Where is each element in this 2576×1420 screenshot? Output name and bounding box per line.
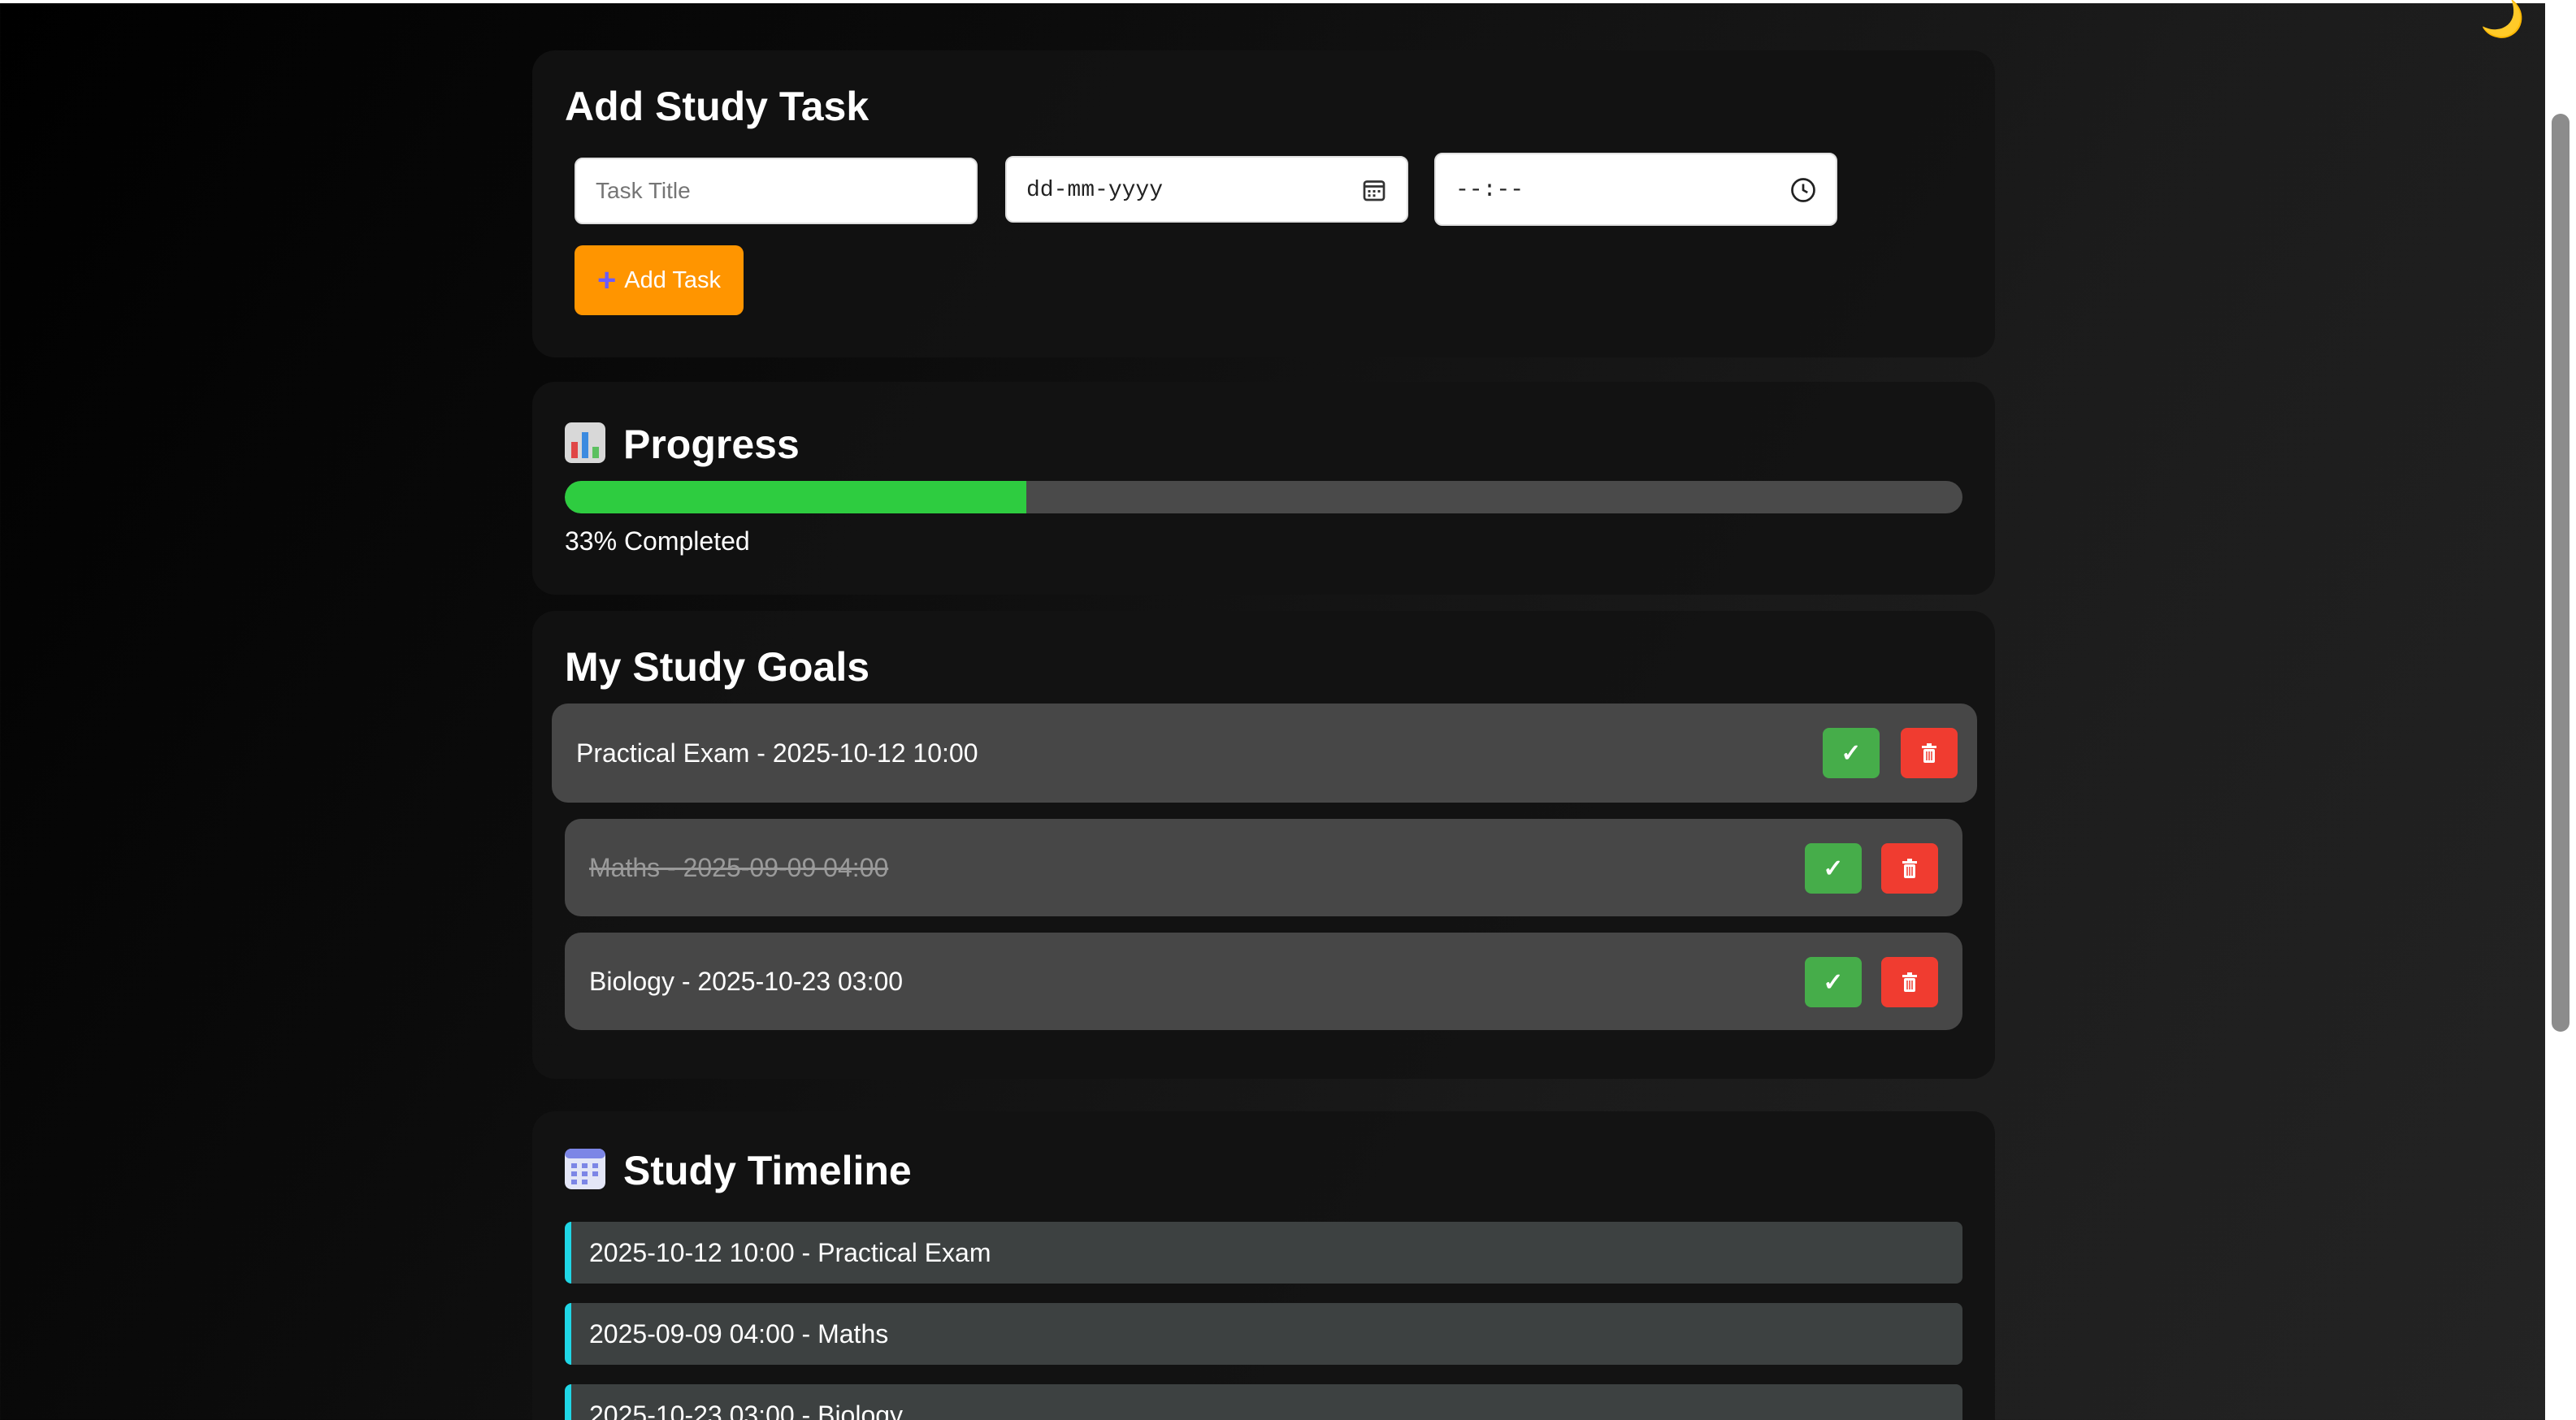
timeline-title: Study Timeline bbox=[623, 1148, 912, 1193]
progress-bar bbox=[565, 481, 1962, 513]
goal-text: Biology - 2025-10-23 03:00 bbox=[589, 966, 904, 996]
plus-icon: + bbox=[596, 262, 617, 298]
add-task-heading: Add Study Task bbox=[565, 84, 870, 129]
timeline-item: 2025-09-09 04:00 - Maths bbox=[565, 1303, 1962, 1365]
trash-icon bbox=[1922, 743, 1936, 763]
scrollbar[interactable] bbox=[2545, 0, 2576, 1420]
trash-icon bbox=[1902, 972, 1917, 992]
scrollbar-thumb[interactable] bbox=[2552, 114, 2569, 1032]
complete-button[interactable]: ✓ bbox=[1805, 957, 1862, 1007]
top-edge-line bbox=[0, 0, 2545, 3]
goal-item[interactable]: Biology - 2025-10-23 03:00 ✓ bbox=[565, 933, 1962, 1030]
goals-card: My Study Goals Practical Exam - 2025-10-… bbox=[532, 611, 1995, 1079]
goal-item[interactable]: Practical Exam - 2025-10-12 10:00 ✓ bbox=[552, 704, 1977, 803]
progress-title: Progress bbox=[623, 422, 800, 467]
task-title-field[interactable] bbox=[575, 158, 978, 224]
timeline-item: 2025-10-12 10:00 - Practical Exam bbox=[565, 1222, 1962, 1284]
bar-chart-icon bbox=[565, 422, 605, 463]
add-task-card: Add Study Task dd-mm-yyyy --:-- + Add Ta… bbox=[532, 50, 1995, 357]
time-field[interactable]: --:-- bbox=[1434, 153, 1837, 226]
date-field[interactable]: dd-mm-yyyy bbox=[1005, 156, 1408, 223]
add-task-button-label: Add Task bbox=[624, 266, 722, 293]
task-title-input[interactable] bbox=[576, 159, 976, 223]
trash-icon bbox=[1902, 859, 1917, 878]
date-placeholder: dd-mm-yyyy bbox=[1026, 178, 1164, 203]
calendar-icon bbox=[565, 1149, 605, 1189]
goal-text: Maths - 2025-09-09 04:00 bbox=[589, 852, 889, 882]
moon-icon[interactable]: 🌙 bbox=[2480, 0, 2525, 39]
progress-card: Progress 33% Completed bbox=[532, 382, 1995, 595]
progress-label: 33% Completed bbox=[565, 526, 750, 556]
delete-button[interactable] bbox=[1881, 843, 1938, 894]
timeline-heading: Study Timeline bbox=[565, 1147, 912, 1194]
complete-button[interactable]: ✓ bbox=[1805, 843, 1862, 894]
calendar-icon[interactable] bbox=[1360, 175, 1389, 205]
complete-button[interactable]: ✓ bbox=[1823, 728, 1880, 778]
time-placeholder: --:-- bbox=[1455, 178, 1524, 203]
progress-heading: Progress bbox=[565, 421, 800, 468]
delete-button[interactable] bbox=[1901, 728, 1958, 778]
goal-item[interactable]: Maths - 2025-09-09 04:00 ✓ bbox=[565, 819, 1962, 916]
add-task-button[interactable]: + Add Task bbox=[575, 245, 744, 315]
delete-button[interactable] bbox=[1881, 957, 1938, 1007]
timeline-item: 2025-10-23 03:00 - Biology bbox=[565, 1384, 1962, 1420]
clock-icon[interactable] bbox=[1789, 175, 1818, 205]
goals-heading: My Study Goals bbox=[565, 644, 870, 690]
goal-text: Practical Exam - 2025-10-12 10:00 bbox=[576, 738, 978, 768]
timeline-card: Study Timeline 2025-10-12 10:00 - Practi… bbox=[532, 1111, 1995, 1420]
progress-bar-fill bbox=[565, 481, 1026, 513]
